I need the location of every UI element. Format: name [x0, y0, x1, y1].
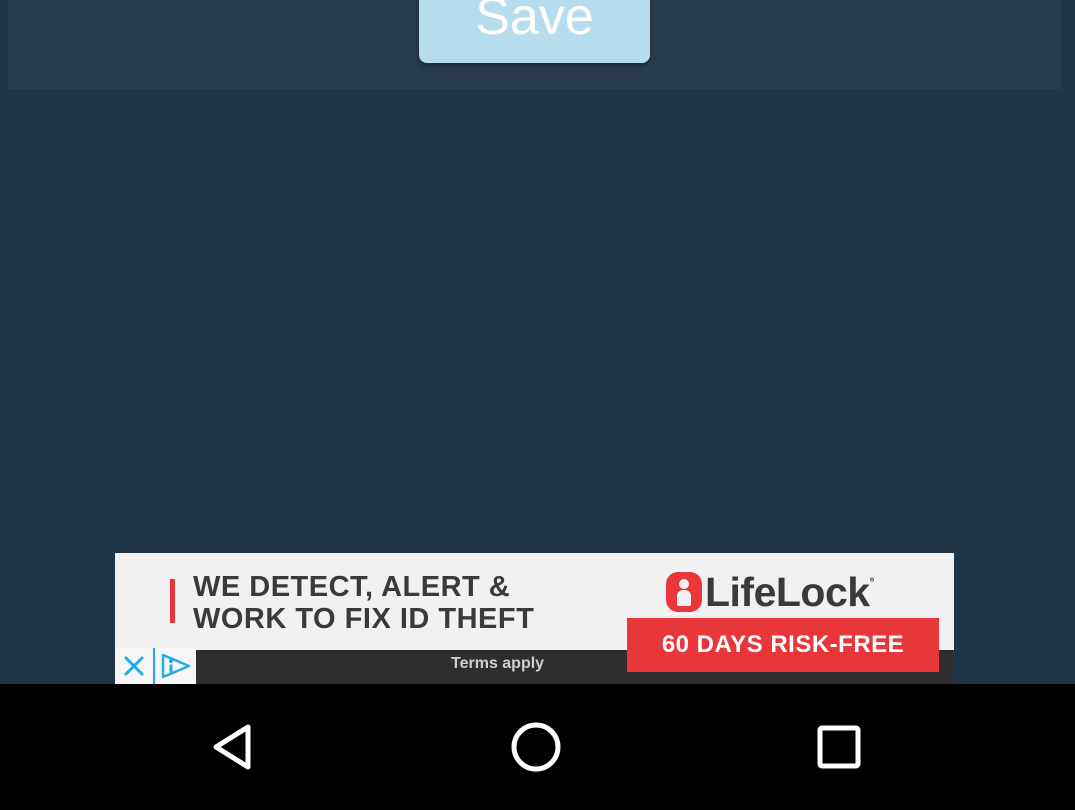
back-button[interactable]: [164, 684, 304, 810]
ad-banner[interactable]: WE DETECT, ALERT & WORK TO FIX ID THEFT …: [115, 553, 954, 684]
ad-cta-button[interactable]: 60 DAYS RISK-FREE: [627, 618, 939, 672]
ad-accent-bar: [170, 579, 175, 623]
home-button[interactable]: [466, 684, 606, 810]
home-circle-icon: [511, 722, 561, 772]
recents-square-icon: [817, 725, 861, 769]
ad-brand-name: LifeLock°: [705, 568, 874, 615]
save-button[interactable]: Save: [419, 0, 650, 63]
ad-choices-bar: [115, 648, 196, 684]
ad-headline-line-1: WE DETECT, ALERT &: [193, 571, 511, 603]
ad-headline-line-2: WORK TO FIX ID THEFT: [193, 603, 535, 635]
recents-button[interactable]: [769, 684, 909, 810]
ad-headline: WE DETECT, ALERT & WORK TO FIX ID THEFT: [193, 571, 613, 635]
save-button-label: Save: [475, 0, 594, 46]
lifelock-logo: LifeLock°: [666, 568, 874, 615]
navigation-bar: [0, 684, 1075, 810]
adchoices-icon[interactable]: [155, 648, 196, 684]
back-triangle-icon: [213, 724, 251, 770]
ad-terms-text: Terms apply: [451, 655, 545, 672]
lock-person-icon: [666, 572, 702, 612]
app-screen: Save WE DETECT, ALERT & WORK TO FIX ID T…: [0, 0, 1075, 684]
close-icon[interactable]: [115, 648, 155, 684]
